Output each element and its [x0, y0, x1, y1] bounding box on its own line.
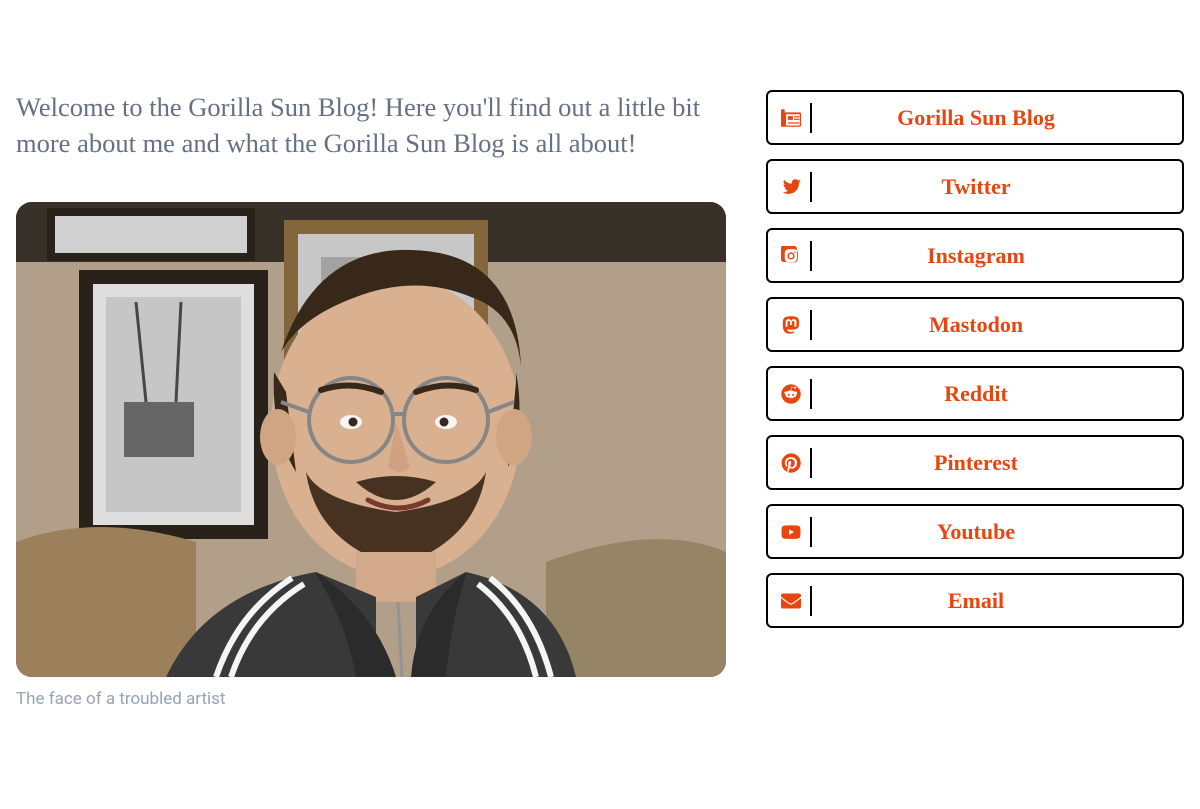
- pinterest-icon: [780, 453, 802, 473]
- link-blog[interactable]: Gorilla Sun Blog: [766, 90, 1184, 145]
- intro-text: Welcome to the Gorilla Sun Blog! Here yo…: [16, 90, 726, 162]
- link-instagram[interactable]: Instagram: [766, 228, 1184, 283]
- link-label: Twitter: [822, 174, 1170, 200]
- divider: [810, 103, 812, 133]
- social-links: Gorilla Sun Blog Twitter Instagram: [766, 90, 1184, 628]
- divider: [810, 586, 812, 616]
- divider: [810, 310, 812, 340]
- divider: [810, 517, 812, 547]
- reddit-icon: [780, 384, 802, 404]
- instagram-icon: [780, 246, 802, 266]
- link-pinterest[interactable]: Pinterest: [766, 435, 1184, 490]
- photo-caption: The face of a troubled artist: [16, 689, 726, 709]
- author-photo: [16, 202, 726, 677]
- link-label: Gorilla Sun Blog: [822, 105, 1170, 131]
- youtube-icon: [780, 522, 802, 542]
- link-label: Pinterest: [822, 450, 1170, 476]
- link-label: Reddit: [822, 381, 1170, 407]
- link-email[interactable]: Email: [766, 573, 1184, 628]
- author-photo-figure: The face of a troubled artist: [16, 202, 726, 709]
- divider: [810, 172, 812, 202]
- link-label: Mastodon: [822, 312, 1170, 338]
- twitter-icon: [780, 177, 802, 197]
- link-reddit[interactable]: Reddit: [766, 366, 1184, 421]
- email-icon: [780, 591, 802, 611]
- newspaper-icon: [780, 108, 802, 128]
- link-mastodon[interactable]: Mastodon: [766, 297, 1184, 352]
- link-youtube[interactable]: Youtube: [766, 504, 1184, 559]
- divider: [810, 241, 812, 271]
- link-label: Email: [822, 588, 1170, 614]
- link-label: Youtube: [822, 519, 1170, 545]
- link-label: Instagram: [822, 243, 1170, 269]
- mastodon-icon: [780, 315, 802, 335]
- divider: [810, 379, 812, 409]
- link-twitter[interactable]: Twitter: [766, 159, 1184, 214]
- divider: [810, 448, 812, 478]
